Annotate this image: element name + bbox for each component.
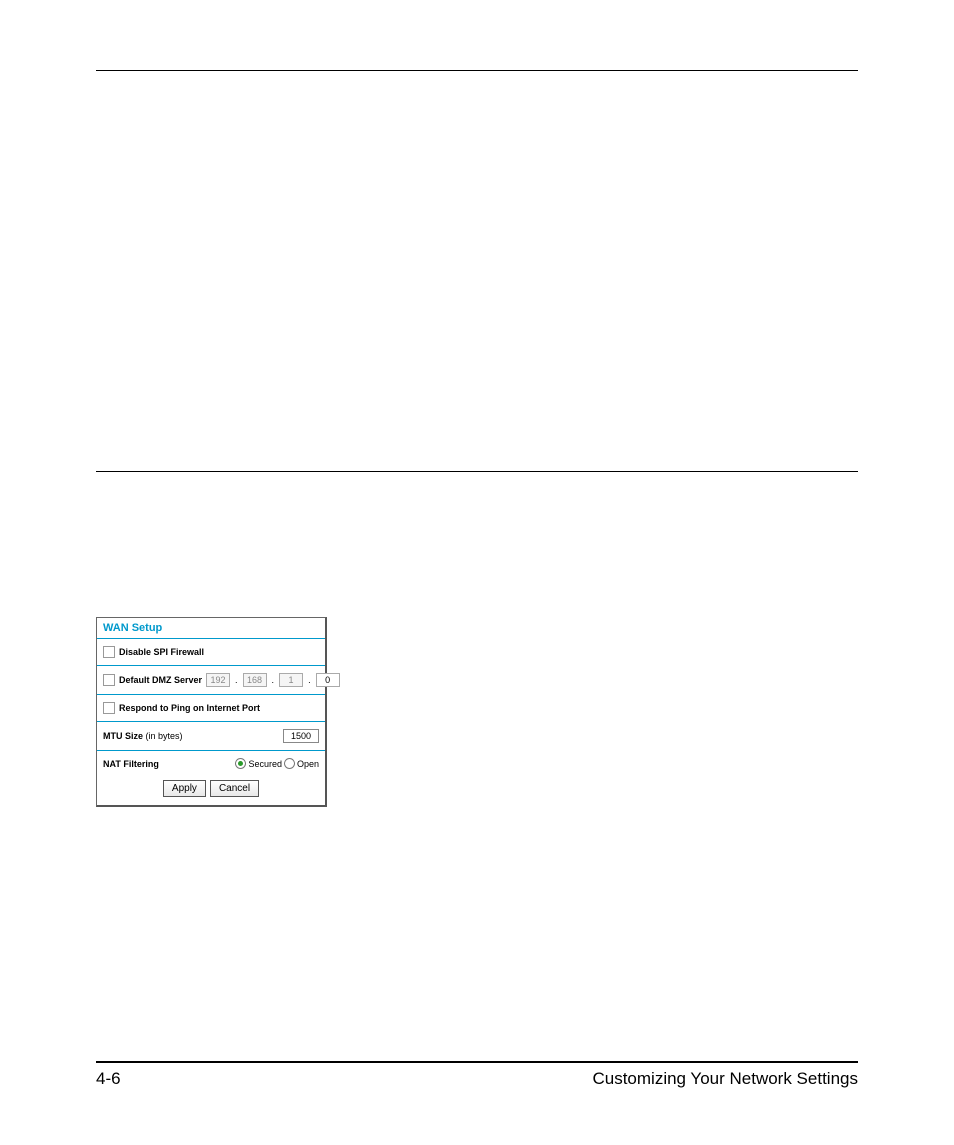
nat-row: NAT Filtering Secured Open	[97, 753, 325, 774]
nat-radio-group: Secured Open	[235, 758, 319, 769]
dmz-octet-3[interactable]	[279, 673, 303, 687]
dmz-octet-1[interactable]	[206, 673, 230, 687]
panel-title: WAN Setup	[97, 618, 325, 636]
disable-spi-label: Disable SPI Firewall	[119, 647, 204, 657]
respond-ping-label: Respond to Ping on Internet Port	[119, 703, 260, 713]
footer-line: 4-6 Customizing Your Network Settings	[96, 1061, 858, 1089]
wan-setup-panel: WAN Setup Disable SPI Firewall Default D…	[96, 617, 327, 807]
dmz-label: Default DMZ Server	[119, 675, 202, 685]
mtu-label: MTU Size	[103, 731, 143, 741]
dmz-octet-4[interactable]	[316, 673, 340, 687]
nat-secured-label: Secured	[248, 759, 282, 769]
disable-spi-checkbox[interactable]	[103, 646, 115, 658]
divider	[97, 750, 325, 751]
document-page: WAN Setup Disable SPI Firewall Default D…	[0, 0, 954, 1145]
spacer	[96, 472, 858, 617]
divider	[97, 638, 325, 639]
button-row: Apply Cancel	[97, 774, 325, 805]
spacer	[96, 71, 858, 471]
dot-separator: .	[271, 675, 276, 685]
dmz-octet-2[interactable]	[243, 673, 267, 687]
nat-secured-radio[interactable]	[235, 758, 246, 769]
mtu-unit: (in bytes)	[146, 731, 183, 741]
nat-open-radio[interactable]	[284, 758, 295, 769]
divider	[97, 694, 325, 695]
dot-separator: .	[307, 675, 312, 685]
mtu-input[interactable]	[283, 729, 319, 743]
respond-ping-checkbox[interactable]	[103, 702, 115, 714]
page-number: 4-6	[96, 1069, 121, 1089]
respond-ping-row: Respond to Ping on Internet Port	[97, 697, 325, 719]
mtu-row: MTU Size (in bytes)	[97, 724, 325, 748]
apply-button[interactable]: Apply	[163, 780, 206, 797]
section-title: Customizing Your Network Settings	[592, 1069, 858, 1089]
nat-open-label: Open	[297, 759, 319, 769]
cancel-button[interactable]: Cancel	[210, 780, 259, 797]
divider	[97, 721, 325, 722]
divider	[97, 665, 325, 666]
dot-separator: .	[234, 675, 239, 685]
mtu-label-group: MTU Size (in bytes)	[103, 731, 183, 741]
nat-label: NAT Filtering	[103, 759, 159, 769]
disable-spi-row: Disable SPI Firewall	[97, 641, 325, 663]
dmz-row: Default DMZ Server . . .	[97, 668, 325, 692]
page-footer: 4-6 Customizing Your Network Settings	[96, 1061, 858, 1089]
dmz-checkbox[interactable]	[103, 674, 115, 686]
